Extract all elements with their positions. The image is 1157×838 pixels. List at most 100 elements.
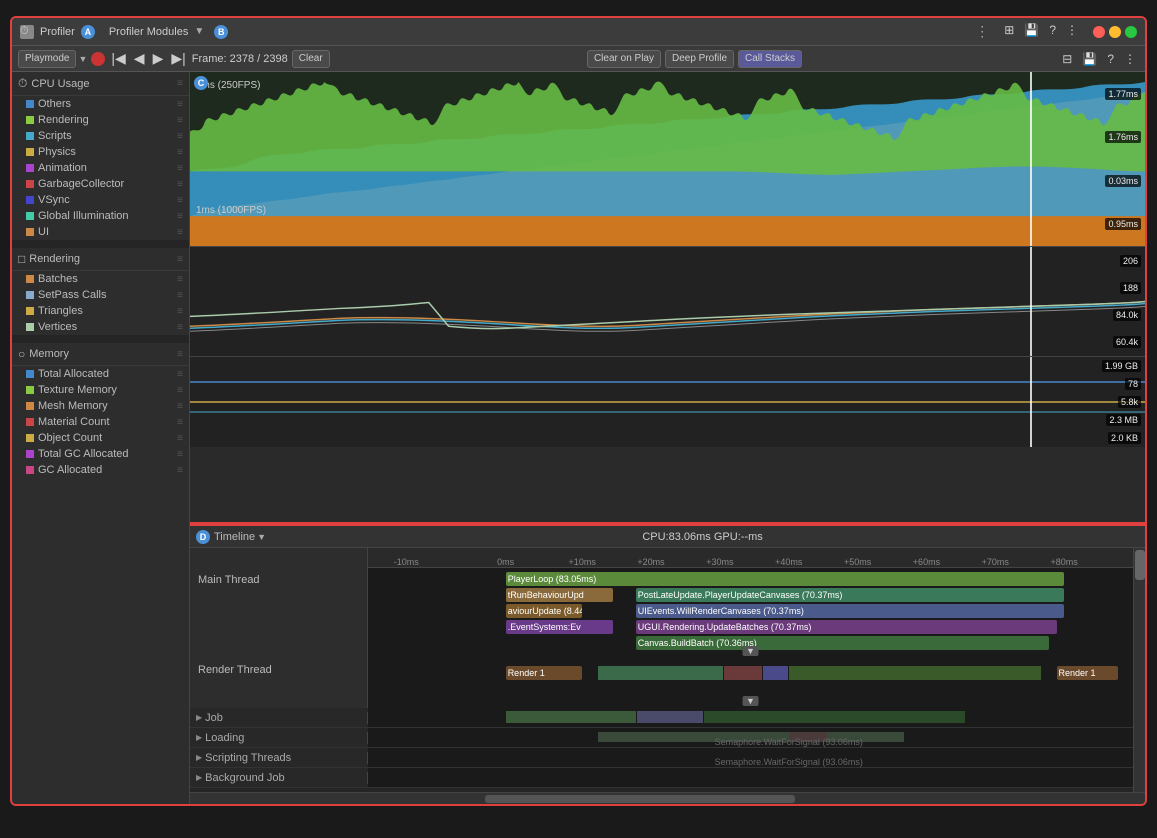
expand-indicator[interactable]: ▼ bbox=[742, 646, 759, 656]
render-drag-handle[interactable]: ≡ bbox=[177, 254, 183, 265]
sidebar-item-scripts[interactable]: Scripts ≡ bbox=[12, 128, 189, 144]
loading-expand-arrow[interactable]: ▶ bbox=[196, 733, 202, 742]
sidebar-item-rendering[interactable]: Rendering ≡ bbox=[12, 112, 189, 128]
rendering-section-header[interactable]: □ Rendering ≡ bbox=[12, 248, 189, 271]
scripting-expand-arrow[interactable]: ▶ bbox=[196, 753, 202, 762]
window-maximize-btn[interactable] bbox=[1125, 26, 1137, 38]
render-bar-right[interactable]: Render 1 bbox=[1057, 666, 1118, 680]
cpu-chart[interactable]: 4ms (250FPS) 1ms (1000FPS) 1.77ms bbox=[190, 72, 1145, 247]
help-icon[interactable]: ? bbox=[1046, 23, 1059, 40]
player-loop-bar[interactable]: PlayerLoop (83.05ms) bbox=[506, 572, 1064, 586]
vertices-handle[interactable]: ≡ bbox=[177, 322, 183, 333]
canvas-build-bar[interactable]: Canvas.BuildBatch (70.36ms) bbox=[636, 636, 1049, 650]
clear-btn[interactable]: Clear bbox=[292, 50, 330, 68]
playmode-arrow-icon[interactable]: ▼ bbox=[78, 54, 87, 64]
material-count-handle[interactable]: ≡ bbox=[177, 417, 183, 428]
texture-mem-handle[interactable]: ≡ bbox=[177, 385, 183, 396]
bg-job-expand-arrow[interactable]: ▶ bbox=[196, 773, 202, 782]
sidebar-item-total-gc[interactable]: Total GC Allocated ≡ bbox=[12, 446, 189, 462]
timeline-scrollbar[interactable] bbox=[1133, 548, 1145, 792]
gi-handle[interactable]: ≡ bbox=[177, 211, 183, 222]
deep-profile-btn[interactable]: Deep Profile bbox=[665, 50, 734, 68]
drag-handle[interactable]: ≡ bbox=[177, 78, 183, 89]
ui-handle[interactable]: ≡ bbox=[177, 227, 183, 238]
total-gc-handle[interactable]: ≡ bbox=[177, 449, 183, 460]
sidebar-item-gi[interactable]: Global Illumination ≡ bbox=[12, 208, 189, 224]
charts-area[interactable]: C 4ms (250FPS) 1ms (1000FPS) bbox=[190, 72, 1145, 524]
scripting-threads-track[interactable]: ▶ Scripting Threads Semaphore.WaitForSig… bbox=[190, 748, 1133, 768]
sidebar-item-texture-mem[interactable]: Texture Memory ≡ bbox=[12, 382, 189, 398]
timeline-dropdown-icon[interactable]: ▼ bbox=[257, 532, 266, 542]
window-close-btn[interactable] bbox=[1093, 26, 1105, 38]
playmode-dropdown[interactable]: Playmode ▼ bbox=[18, 50, 87, 68]
memory-chart[interactable]: 1.99 GB 78 5.8k 2.3 MB 2.0 KB bbox=[190, 357, 1145, 447]
scrollbar-thumb[interactable] bbox=[1135, 550, 1145, 580]
cpu-section-header[interactable]: ⏱ CPU Usage ≡ bbox=[12, 72, 189, 96]
collapse-icon[interactable]: ⊟ bbox=[1059, 52, 1075, 66]
render-expand-indicator[interactable]: ▼ bbox=[742, 696, 759, 706]
window-minimize-btn[interactable] bbox=[1109, 26, 1121, 38]
sidebar-item-ui[interactable]: UI ≡ bbox=[12, 224, 189, 240]
timeline-h-scrollbar[interactable] bbox=[190, 792, 1145, 804]
sidebar-item-object-count[interactable]: Object Count ≡ bbox=[12, 430, 189, 446]
rendering-handle[interactable]: ≡ bbox=[177, 115, 183, 126]
sidebar-item-material-count[interactable]: Material Count ≡ bbox=[12, 414, 189, 430]
others-handle[interactable]: ≡ bbox=[177, 99, 183, 110]
call-stacks-btn[interactable]: Call Stacks bbox=[738, 50, 802, 68]
post-late-update-bar[interactable]: PostLateUpdate.PlayerUpdateCanvases (70.… bbox=[636, 588, 1064, 602]
loading-track[interactable]: ▶ Loading Semaphore.WaitForSignal (93.06… bbox=[190, 728, 1133, 748]
animation-handle[interactable]: ≡ bbox=[177, 163, 183, 174]
run-behaviour-bar[interactable]: tRunBehaviourUpd bbox=[506, 588, 613, 602]
setpass-handle[interactable]: ≡ bbox=[177, 290, 183, 301]
playmode-btn[interactable]: Playmode bbox=[18, 50, 76, 68]
render-chart[interactable]: 206 188 84.0k 60.4k bbox=[190, 247, 1145, 357]
job-expand-arrow[interactable]: ▶ bbox=[196, 713, 202, 722]
render-thread-content[interactable]: Render 1 Render 1 bbox=[368, 658, 1133, 708]
record-button[interactable] bbox=[91, 52, 105, 66]
batches-handle[interactable]: ≡ bbox=[177, 274, 183, 285]
gc-handle[interactable]: ≡ bbox=[177, 179, 183, 190]
sidebar-item-mesh-mem[interactable]: Mesh Memory ≡ bbox=[12, 398, 189, 414]
main-thread-content[interactable]: PlayerLoop (83.05ms) PostLateUpdate.Play… bbox=[368, 568, 1133, 658]
prev-frame-btn[interactable]: ◀ bbox=[132, 50, 147, 67]
clear-on-play-btn[interactable]: Clear on Play bbox=[587, 50, 661, 68]
total-alloc-handle[interactable]: ≡ bbox=[177, 369, 183, 380]
event-systems-bar[interactable]: .EventSystems:Ev bbox=[506, 620, 613, 634]
more-options-icon[interactable]: ⋮ bbox=[975, 23, 989, 40]
save-icon[interactable]: 💾 bbox=[1079, 52, 1100, 66]
ui-events-bar[interactable]: UIEvents.WillRenderCanvases (70.37ms) bbox=[636, 604, 1064, 618]
sidebar-item-triangles[interactable]: Triangles ≡ bbox=[12, 303, 189, 319]
vsync-handle[interactable]: ≡ bbox=[177, 195, 183, 206]
sidebar-item-total-alloc[interactable]: Total Allocated ≡ bbox=[12, 366, 189, 382]
dropdown-arrow-icon[interactable]: ▼ bbox=[194, 26, 204, 37]
sidebar-item-animation[interactable]: Animation ≡ bbox=[12, 160, 189, 176]
job-track[interactable]: ▶ Job bbox=[190, 708, 1133, 728]
memory-drag-handle[interactable]: ≡ bbox=[177, 349, 183, 360]
gc-alloc-handle[interactable]: ≡ bbox=[177, 465, 183, 476]
h-scrollbar-thumb[interactable] bbox=[485, 795, 796, 803]
next-frame-btn[interactable]: ▶ bbox=[151, 50, 166, 67]
prev-frame-start-btn[interactable]: |◀ bbox=[109, 50, 127, 67]
sidebar-item-batches[interactable]: Batches ≡ bbox=[12, 271, 189, 287]
sidebar-item-others[interactable]: Others ≡ bbox=[12, 96, 189, 112]
mesh-mem-handle[interactable]: ≡ bbox=[177, 401, 183, 412]
toolbar-icon-1[interactable]: ⊞ bbox=[1001, 23, 1017, 40]
sidebar-item-vsync[interactable]: VSync ≡ bbox=[12, 192, 189, 208]
triangles-handle[interactable]: ≡ bbox=[177, 306, 183, 317]
memory-section-header[interactable]: ○ Memory ≡ bbox=[12, 343, 189, 366]
help2-icon[interactable]: ? bbox=[1104, 52, 1117, 66]
sidebar-item-setpass[interactable]: SetPass Calls ≡ bbox=[12, 287, 189, 303]
aviour-update-bar[interactable]: aviourUpdate (8.44 bbox=[506, 604, 583, 618]
ugui-rendering-bar[interactable]: UGUI.Rendering.UpdateBatches (70.37ms) bbox=[636, 620, 1057, 634]
sidebar-item-gc[interactable]: GarbageCollector ≡ bbox=[12, 176, 189, 192]
physics-handle[interactable]: ≡ bbox=[177, 147, 183, 158]
scripts-handle[interactable]: ≡ bbox=[177, 131, 183, 142]
toolbar-icon-2[interactable]: 💾 bbox=[1021, 23, 1042, 40]
sidebar-item-gc-alloc[interactable]: GC Allocated ≡ bbox=[12, 462, 189, 478]
render-bar-left[interactable]: Render 1 bbox=[506, 666, 583, 680]
next-frame-end-btn[interactable]: ▶| bbox=[169, 50, 187, 67]
background-job-track[interactable]: ▶ Background Job bbox=[190, 768, 1133, 788]
menu2-icon[interactable]: ⋮ bbox=[1121, 52, 1139, 66]
sidebar-item-physics[interactable]: Physics ≡ bbox=[12, 144, 189, 160]
menu-icon[interactable]: ⋮ bbox=[1063, 23, 1081, 40]
